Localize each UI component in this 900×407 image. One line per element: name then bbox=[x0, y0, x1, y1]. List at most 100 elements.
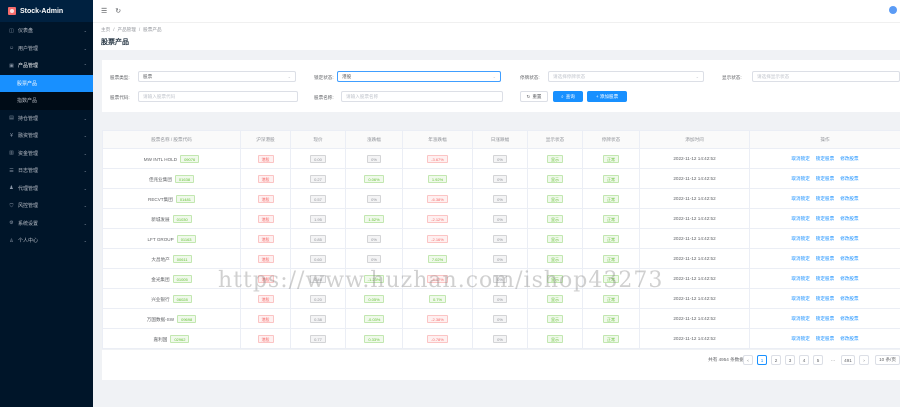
sidebar-item-agents[interactable]: ♟ 代理管理 ⌄ bbox=[0, 180, 93, 198]
edit-stock-link[interactable]: 修改股票 bbox=[840, 316, 858, 321]
change-badge: 0.33% bbox=[364, 334, 384, 343]
avatar[interactable] bbox=[889, 6, 897, 14]
chevron-up-icon: ⌃ bbox=[83, 63, 87, 69]
page-button-3[interactable]: 3 bbox=[785, 355, 795, 365]
page-button-last[interactable]: 491 bbox=[841, 355, 855, 365]
year-change-cell: 1.92% bbox=[402, 168, 473, 189]
search-button[interactable]: ⌕ 查询 bbox=[553, 91, 583, 102]
next-page-button[interactable]: › bbox=[859, 355, 869, 365]
refresh-icon[interactable]: ↻ bbox=[115, 7, 121, 15]
stock-name-input[interactable]: 请输入股票名称 bbox=[341, 91, 503, 102]
lock-stock-link[interactable]: 锁定股票 bbox=[816, 336, 834, 341]
sidebar-item-risk[interactable]: ⛉ 风控管理 ⌄ bbox=[0, 197, 93, 215]
unlock-stock-link[interactable]: 取消锁定 bbox=[791, 176, 809, 181]
unlock-stock-link[interactable]: 取消锁定 bbox=[791, 216, 809, 221]
day-change-badge: 0% bbox=[493, 314, 507, 323]
sidebar-item-products[interactable]: ▣ 产品管理 ⌃ bbox=[0, 57, 93, 75]
page-button-1[interactable]: 1 bbox=[757, 355, 767, 365]
sidebar-item-profile[interactable]: ♙ 个人中心 ⌄ bbox=[0, 232, 93, 250]
day-change-cell: 0% bbox=[472, 248, 528, 269]
stock-code-badge: 01163 bbox=[176, 234, 196, 243]
unlock-stock-link[interactable]: 取消锁定 bbox=[791, 156, 809, 161]
add-stock-button[interactable]: + 添加股票 bbox=[587, 91, 627, 102]
edit-stock-link[interactable]: 修改股票 bbox=[840, 256, 858, 261]
edit-stock-link[interactable]: 修改股票 bbox=[840, 296, 858, 301]
price-badge: 0.46 bbox=[310, 274, 326, 283]
stock-table: 股票名称 / 股票代码 沪深港股 现价 涨跌幅 年涨跌幅 日涨跌幅 显示状态 停牌状态 添加时间… bbox=[102, 130, 900, 349]
sidebar-item-funds[interactable]: ▥ 资金管理 ⌄ bbox=[0, 145, 93, 163]
lock-stock-link[interactable]: 锁定股票 bbox=[816, 156, 834, 161]
reset-button[interactable]: ↻ 重置 bbox=[520, 91, 548, 102]
breadcrumb-products[interactable]: 产品管理 bbox=[117, 27, 135, 32]
unlock-stock-link[interactable]: 取消锁定 bbox=[791, 316, 809, 321]
unlock-stock-link[interactable]: 取消锁定 bbox=[791, 196, 809, 201]
sidebar-item-settings[interactable]: ⚙ 系统设置 ⌄ bbox=[0, 215, 93, 233]
market-badge: 港股 bbox=[257, 234, 274, 243]
chevron-down-icon: ⌄ bbox=[83, 28, 87, 34]
trade-status-select[interactable]: 请选择停牌状态 ⌄ bbox=[548, 71, 704, 82]
chevron-down-icon: ⌄ bbox=[287, 74, 291, 79]
lock-stock-link[interactable]: 锁定股票 bbox=[816, 296, 834, 301]
year-change-badge: 7.02% bbox=[427, 254, 448, 263]
unlock-stock-link[interactable]: 取消锁定 bbox=[791, 276, 809, 281]
lock-stock-link[interactable]: 锁定股票 bbox=[816, 256, 834, 261]
unlock-stock-link[interactable]: 取消锁定 bbox=[791, 336, 809, 341]
prev-page-button[interactable]: ‹ bbox=[743, 355, 753, 365]
lock-stock-link[interactable]: 锁定股票 bbox=[816, 316, 834, 321]
year-change-cell: 0.7% bbox=[402, 288, 473, 309]
lock-stock-link[interactable]: 锁定股票 bbox=[816, 236, 834, 241]
unlock-stock-link[interactable]: 取消锁定 bbox=[791, 256, 809, 261]
lock-stock-link[interactable]: 锁定股票 bbox=[816, 176, 834, 181]
stock-name: 佳兆业集团 bbox=[148, 176, 172, 182]
stock-name-cell: 金光集团 01005 bbox=[102, 268, 241, 289]
lock-stock-link[interactable]: 锁定股票 bbox=[816, 196, 834, 201]
change-cell: 1.52% bbox=[345, 208, 403, 229]
edit-stock-link[interactable]: 修改股票 bbox=[840, 176, 858, 181]
stock-name: RECVT集团 bbox=[148, 196, 173, 202]
lock-stock-link[interactable]: 锁定股票 bbox=[816, 276, 834, 281]
stock-code-input[interactable]: 请输入股票代码 bbox=[138, 91, 298, 102]
page-button-2[interactable]: 2 bbox=[771, 355, 781, 365]
breadcrumb-home[interactable]: 主页 bbox=[101, 27, 110, 32]
menu-fold-icon[interactable]: ☰ bbox=[101, 7, 107, 15]
sidebar-item-logs[interactable]: ☰ 日志管理 ⌄ bbox=[0, 162, 93, 180]
page-button-4[interactable]: 4 bbox=[799, 355, 809, 365]
unlock-stock-link[interactable]: 取消锁定 bbox=[791, 296, 809, 301]
display-status-select[interactable]: 请选择显示状态 bbox=[752, 71, 900, 82]
price-cell: 0.27 bbox=[290, 168, 346, 189]
filter-card: 股票类型: 股票 ⌄ 锁定状态: 港股 ⌄ 停牌状态: 请选择停牌状态 ⌄ 显示状态:… bbox=[102, 60, 900, 112]
page-button-5[interactable]: 5 bbox=[813, 355, 823, 365]
stock-type-select[interactable]: 股票 ⌄ bbox=[138, 71, 296, 82]
lock-status-select[interactable]: 港股 ⌄ bbox=[337, 71, 501, 82]
page-ellipsis[interactable]: ··· bbox=[827, 355, 839, 365]
table-row: 嘉利国 02962 港股 0.77 0.33% -0.78% 0% 显示 正常 2022-11-1… bbox=[102, 328, 900, 349]
market-cell: 港股 bbox=[240, 288, 291, 309]
market-badge: 港股 bbox=[257, 214, 274, 223]
app-logo[interactable]: Stock-Admin bbox=[0, 0, 93, 22]
edit-stock-link[interactable]: 修改股票 bbox=[840, 336, 858, 341]
add-time-cell: 2022-11-12 14:42:52 bbox=[639, 328, 750, 349]
edit-stock-link[interactable]: 修改股票 bbox=[840, 156, 858, 161]
price-cell: 0.60 bbox=[290, 248, 346, 269]
sidebar-item-users[interactable]: ☺ 用户管理 ⌄ bbox=[0, 40, 93, 58]
sidebar-item-financing[interactable]: ¥ 融资管理 ⌄ bbox=[0, 127, 93, 145]
unlock-stock-link[interactable]: 取消锁定 bbox=[791, 236, 809, 241]
suspend-status-cell: 正常 bbox=[582, 228, 640, 249]
edit-stock-link[interactable]: 修改股票 bbox=[840, 276, 858, 281]
sidebar-item-positions[interactable]: ▤ 持仓管理 ⌄ bbox=[0, 110, 93, 128]
edit-stock-link[interactable]: 修改股票 bbox=[840, 236, 858, 241]
edit-stock-link[interactable]: 修改股票 bbox=[840, 196, 858, 201]
change-badge: 0% bbox=[367, 194, 381, 203]
sidebar-item-dashboard[interactable]: ◫ 仪表盘 ⌄ bbox=[0, 22, 93, 40]
edit-stock-link[interactable]: 修改股票 bbox=[840, 216, 858, 221]
sidebar-item-index-products[interactable]: 指数产品 bbox=[0, 92, 93, 110]
sidebar-item-stock-products[interactable]: 股票产品 bbox=[0, 74, 93, 92]
year-change-badge: -4.17% bbox=[427, 274, 448, 283]
page-size-select[interactable]: 10 条/页 bbox=[875, 355, 900, 365]
year-change-cell: 7.02% bbox=[402, 248, 473, 269]
table-row: MW INTL HOLD 09076 港股 0.00 0% -3.67% 0% 显示 正常 202… bbox=[102, 148, 900, 169]
lock-stock-link[interactable]: 锁定股票 bbox=[816, 216, 834, 221]
year-change-badge: 1.92% bbox=[427, 174, 448, 183]
agent-icon: ♟ bbox=[9, 185, 14, 192]
change-badge: 0% bbox=[367, 254, 381, 263]
